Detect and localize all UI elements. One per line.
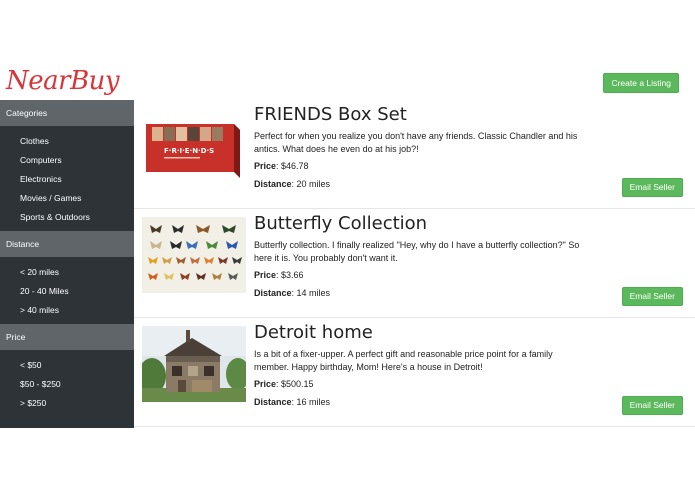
category-sports-outdoors[interactable]: Sports & Outdoors — [0, 208, 134, 227]
category-movies-games[interactable]: Movies / Games — [0, 189, 134, 208]
email-seller-button[interactable]: Email Seller — [621, 396, 683, 415]
butterfly-collection-image[interactable] — [142, 217, 246, 293]
distance-value: : 14 miles — [291, 288, 331, 298]
distance-list: < 20 miles 20 - 40 Miles > 40 miles — [0, 257, 134, 324]
listing-description: Perfect for when you realize you don't h… — [254, 131, 578, 154]
category-clothes[interactable]: Clothes — [0, 132, 134, 151]
price-50-250[interactable]: $50 - $250 — [0, 375, 134, 394]
listing-card: Butterfly Collection Butterfly collectio… — [134, 209, 695, 318]
listing-distance: Distance: 14 miles — [254, 288, 330, 298]
listing-card: F·R·I·E·N·D·S FRIENDS Box Set Perfect fo… — [134, 100, 695, 209]
price-label: Price — [254, 161, 277, 171]
price-over-250[interactable]: > $250 — [0, 394, 134, 413]
categories-heading: Categories — [0, 100, 134, 126]
distance-value: : 16 miles — [291, 397, 331, 407]
distance-label: Distance — [254, 397, 292, 407]
listing-description: Is a bit of a fixer-upper. A perfect gif… — [254, 349, 553, 372]
listing-title[interactable]: Butterfly Collection — [254, 213, 427, 234]
email-seller-button[interactable]: Email Seller — [621, 178, 683, 197]
listing-distance: Distance: 20 miles — [254, 179, 330, 189]
distance-over-40[interactable]: > 40 miles — [0, 301, 134, 320]
friends-box-set-image[interactable]: F·R·I·E·N·D·S — [142, 108, 246, 184]
distance-under-20[interactable]: < 20 miles — [0, 263, 134, 282]
distance-label: Distance — [254, 179, 292, 189]
listing-price: Price: $46.78 — [254, 161, 309, 171]
distance-value: : 20 miles — [291, 179, 331, 189]
price-heading: Price — [0, 324, 134, 350]
email-seller-button[interactable]: Email Seller — [621, 287, 683, 306]
category-computers[interactable]: Computers — [0, 151, 134, 170]
price-label: Price — [254, 270, 277, 280]
categories-list: Clothes Computers Electronics Movies / G… — [0, 126, 134, 231]
distance-label: Distance — [254, 288, 292, 298]
listings-panel: F·R·I·E·N·D·S FRIENDS Box Set Perfect fo… — [134, 100, 695, 427]
nearbuy-logo[interactable]: NearBuy — [6, 66, 120, 96]
listing-distance: Distance: 16 miles — [254, 397, 330, 407]
price-list: < $50 $50 - $250 > $250 — [0, 350, 134, 417]
listing-card: Detroit home Is a bit of a fixer-upper. … — [134, 318, 695, 427]
listing-price: Price: $500.15 — [254, 379, 314, 389]
distance-20-40[interactable]: 20 - 40 Miles — [0, 282, 134, 301]
price-value: : $3.66 — [276, 270, 304, 280]
distance-heading: Distance — [0, 231, 134, 257]
sidebar: Categories Clothes Computers Electronics… — [0, 100, 134, 428]
listing-price: Price: $3.66 — [254, 270, 304, 280]
svg-text:F·R·I·E·N·D·S: F·R·I·E·N·D·S — [164, 147, 214, 155]
price-value: : $46.78 — [276, 161, 309, 171]
price-label: Price — [254, 379, 277, 389]
category-electronics[interactable]: Electronics — [0, 170, 134, 189]
price-value: : $500.15 — [276, 379, 314, 389]
listing-title[interactable]: Detroit home — [254, 322, 373, 343]
price-under-50[interactable]: < $50 — [0, 356, 134, 375]
listing-title[interactable]: FRIENDS Box Set — [254, 104, 407, 125]
listing-description: Butterfly collection. I finally realized… — [254, 240, 580, 263]
detroit-house-image[interactable] — [142, 326, 246, 402]
top-navbar: NearBuy Create a Listing — [0, 62, 695, 100]
create-listing-button[interactable]: Create a Listing — [603, 73, 679, 93]
